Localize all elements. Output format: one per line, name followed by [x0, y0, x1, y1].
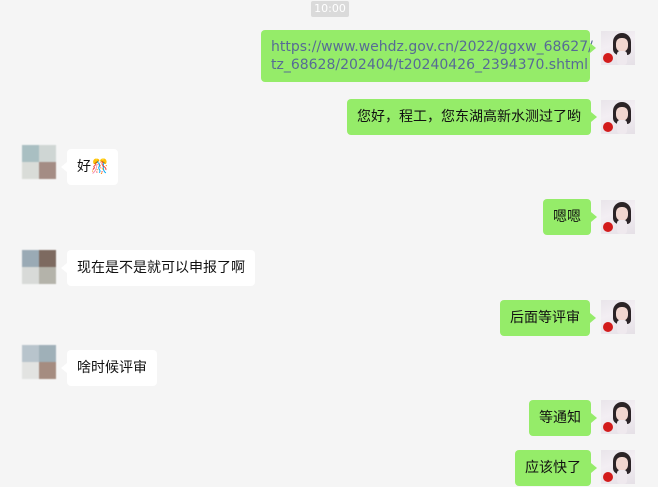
- link-text-line1[interactable]: https://www.wehdz.gov.cn/2022/ggxw_68627…: [271, 38, 593, 56]
- text-bubble[interactable]: 后面等评审: [500, 300, 596, 336]
- badge-icon: [603, 222, 613, 232]
- badge-icon: [603, 472, 613, 482]
- badge-icon: [603, 53, 613, 63]
- text-bubble[interactable]: 啥时候评审: [61, 350, 157, 386]
- contact-avatar[interactable]: [22, 145, 56, 179]
- my-avatar[interactable]: [601, 100, 635, 134]
- badge-icon: [603, 322, 613, 332]
- text-bubble[interactable]: 等通知: [529, 400, 597, 436]
- my-avatar[interactable]: [601, 31, 635, 65]
- my-avatar[interactable]: [601, 300, 635, 334]
- text-bubble[interactable]: 应该快了: [515, 450, 597, 486]
- link-bubble[interactable]: https://www.wehdz.gov.cn/2022/ggxw_68627…: [261, 30, 596, 82]
- badge-icon: [603, 122, 613, 132]
- contact-avatar[interactable]: [22, 250, 56, 284]
- contact-avatar[interactable]: [22, 345, 56, 379]
- text-bubble[interactable]: 好🎊: [60, 149, 119, 185]
- link-text-line2[interactable]: tz_68628/202404/t20240426_2394370.shtml: [271, 56, 588, 74]
- message-text: 好: [77, 159, 91, 175]
- text-bubble[interactable]: 您好，程工，您东湖高新水测过了哟: [347, 99, 597, 135]
- firecracker-emoji-icon: 🎊: [91, 159, 109, 175]
- my-avatar[interactable]: [601, 450, 635, 484]
- text-bubble[interactable]: 嗯嗯: [543, 199, 597, 235]
- my-avatar[interactable]: [601, 200, 635, 234]
- text-bubble[interactable]: 现在是不是就可以申报了啊: [61, 250, 255, 286]
- my-avatar[interactable]: [601, 400, 635, 434]
- chat-timestamp: 10:00: [311, 1, 349, 17]
- badge-icon: [603, 422, 613, 432]
